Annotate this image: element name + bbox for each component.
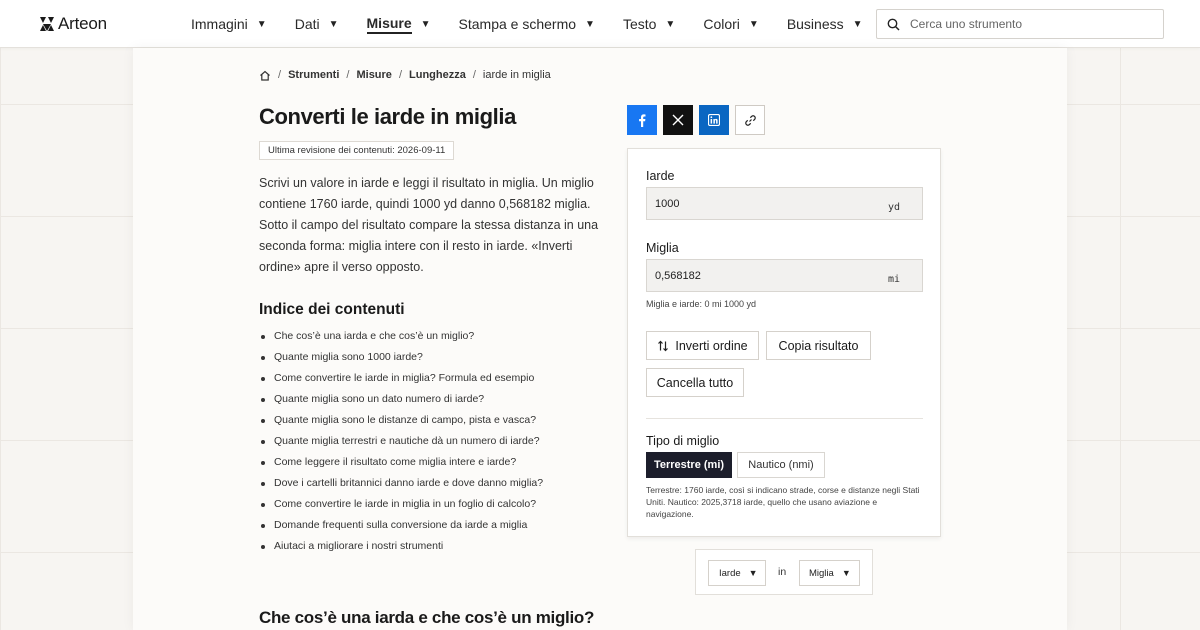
toc-link[interactable]: Come leggere il risultato come miglia in… — [259, 454, 543, 475]
breadcrumb-link-strumenti[interactable]: Strumenti — [288, 69, 339, 81]
chevron-down-icon: ▼ — [852, 18, 863, 30]
nav-item-label: Misure — [366, 15, 412, 34]
nav-item-colori[interactable]: Colori ▼ — [703, 0, 758, 48]
breadcrumb-separator: / — [278, 69, 282, 81]
link-icon — [744, 114, 756, 126]
from-unit-value: Iarde — [719, 567, 741, 579]
breadcrumb-current: iarde in miglia — [482, 69, 551, 81]
miles-unit-label: mi — [887, 274, 900, 285]
nav-item-label: Testo — [622, 16, 657, 32]
search-input[interactable] — [910, 17, 1140, 31]
facebook-icon — [639, 113, 646, 127]
breadcrumb: / Strumenti / Misure / Lunghezza / iarde… — [259, 69, 551, 81]
home-icon[interactable] — [259, 70, 271, 81]
yards-input[interactable] — [647, 197, 867, 210]
swap-order-button[interactable]: Inverti ordine — [646, 331, 759, 360]
unit-selector-bar: Iarde ▼ in Miglia ▼ — [695, 549, 873, 595]
top-navigation-bar: Arteon Immagini ▼ Dati ▼ Misure ▼ Stampa… — [0, 0, 1200, 48]
miles-output[interactable] — [647, 269, 867, 282]
nav-item-testo[interactable]: Testo ▼ — [623, 0, 675, 48]
yards-unit-label: yd — [887, 202, 900, 213]
mixed-result-text: Miglia e iarde: 0 mi 1000 yd — [646, 299, 757, 309]
section-heading: Che cos’è una iarda e che cos’è un migli… — [259, 608, 595, 627]
toc-link[interactable]: Come convertire le iarde in miglia in un… — [259, 496, 543, 517]
miles-field[interactable]: mi — [646, 259, 923, 292]
divider — [646, 418, 923, 419]
toc-link[interactable]: Dove i cartelli britannici danno iarde e… — [259, 475, 543, 496]
share-x-button[interactable] — [663, 105, 693, 135]
linkedin-icon — [708, 114, 720, 126]
nav-item-label: Immagini — [191, 16, 248, 32]
breadcrumb-separator: / — [398, 69, 402, 81]
intro-paragraph: Scrivi un valore in iarde e leggi il ris… — [259, 176, 599, 274]
mile-type-nautical-option[interactable]: Nautico (nmi) — [737, 452, 825, 478]
search-icon — [887, 18, 900, 31]
revision-badge: Ultima revisione dei contenuti: 2026-09-… — [259, 141, 455, 160]
from-unit-select[interactable]: Iarde ▼ — [708, 560, 766, 586]
breadcrumb-separator: / — [346, 69, 350, 81]
nav-item-dati[interactable]: Dati ▼ — [295, 0, 339, 48]
swap-order-label: Inverti ordine — [675, 338, 748, 353]
nav-item-stampa-e-schermo[interactable]: Stampa e schermo ▼ — [459, 0, 595, 48]
toc-link[interactable]: Aiutaci a migliorare i nostri strumenti — [259, 538, 543, 559]
nav-item-misure[interactable]: Misure ▼ — [366, 0, 431, 48]
main-nav: Immagini ▼ Dati ▼ Misure ▼ Stampa e sche… — [191, 0, 891, 48]
swap-arrows-icon — [658, 340, 669, 351]
page-title: Converti le iarde in miglia — [259, 104, 516, 129]
chevron-down-icon: ▼ — [420, 18, 431, 30]
breadcrumb-link-lunghezza[interactable]: Lunghezza — [409, 69, 466, 81]
nav-item-business[interactable]: Business ▼ — [787, 0, 863, 48]
to-unit-select[interactable]: Miglia ▼ — [799, 560, 860, 586]
toc-link[interactable]: Quante miglia sono le distanze di campo,… — [259, 412, 543, 433]
nav-item-label: Business — [786, 16, 844, 32]
toc-link[interactable]: Quante miglia sono un dato numero di iar… — [259, 391, 543, 412]
copy-result-button[interactable]: Copia risultato — [766, 331, 871, 360]
brand-logo[interactable]: Arteon — [39, 14, 107, 34]
copy-link-button[interactable] — [735, 105, 765, 135]
mile-type-note: Terrestre: 1760 iarde, così si indicano … — [646, 485, 920, 519]
to-unit-value: Miglia — [809, 567, 834, 579]
toc-link[interactable]: Che cos’è una iarda e che cos’è un migli… — [259, 328, 543, 349]
chevron-down-icon: ▼ — [665, 18, 676, 30]
arteon-logo-icon — [40, 17, 54, 31]
share-facebook-button[interactable] — [627, 105, 657, 135]
brand-name: Arteon — [58, 14, 107, 33]
miles-field-label: Miglia — [646, 241, 679, 255]
chevron-down-icon: ▼ — [748, 568, 758, 578]
chevron-down-icon: ▼ — [841, 568, 851, 578]
share-linkedin-button[interactable] — [699, 105, 729, 135]
mile-type-label: Tipo di miglio — [646, 434, 720, 448]
converter-card: Iarde yd Miglia mi Miglia e iarde: 0 mi … — [627, 148, 941, 537]
search-box[interactable] — [876, 9, 1164, 39]
toc-heading: Indice dei contenuti — [259, 301, 405, 318]
unit-connector-text: in — [778, 566, 787, 578]
toc-link[interactable]: Quante miglia sono 1000 iarde? — [259, 349, 543, 370]
x-icon — [672, 114, 684, 126]
table-of-contents: Che cos’è una iarda e che cos’è un migli… — [259, 328, 543, 559]
toc-link[interactable]: Quante miglia terrestri e nautiche dà un… — [259, 433, 543, 454]
chevron-down-icon: ▼ — [748, 18, 759, 30]
toc-link[interactable]: Domande frequenti sulla conversione da i… — [259, 517, 543, 538]
clear-all-button[interactable]: Cancella tutto — [646, 368, 744, 397]
yards-field-label: Iarde — [646, 169, 675, 183]
chevron-down-icon: ▼ — [256, 18, 267, 30]
chevron-down-icon: ▼ — [328, 18, 339, 30]
nav-item-immagini[interactable]: Immagini ▼ — [191, 0, 267, 48]
share-buttons — [627, 105, 771, 135]
nav-item-label: Dati — [294, 16, 320, 32]
chevron-down-icon: ▼ — [585, 18, 595, 30]
breadcrumb-separator: / — [472, 69, 476, 81]
nav-item-label: Colori — [703, 16, 740, 32]
toc-link[interactable]: Come convertire le iarde in miglia? Form… — [259, 370, 543, 391]
mile-type-statute-option[interactable]: Terrestre (mi) — [646, 452, 732, 478]
nav-item-label: Stampa e schermo — [458, 16, 577, 32]
breadcrumb-link-misure[interactable]: Misure — [356, 69, 391, 81]
yards-field[interactable]: yd — [646, 187, 923, 220]
